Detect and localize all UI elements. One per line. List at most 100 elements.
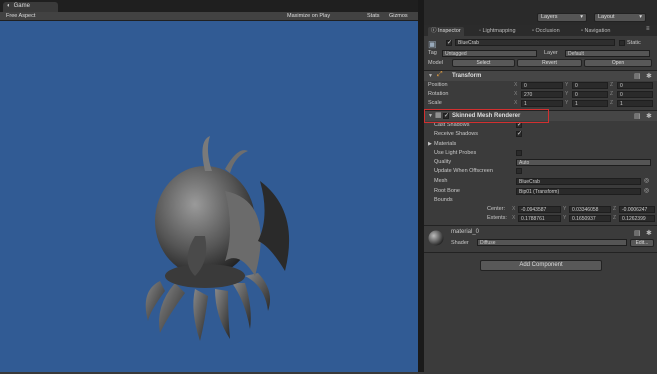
game-panel: ◐ Game Free Aspect Maximize on Play Stats… [0, 0, 420, 372]
root-bone-field[interactable]: Bip01 (Transform) [516, 188, 641, 195]
tab-inspector[interactable]: ⓘ Inspector [428, 27, 464, 36]
game-tab[interactable]: ◐ Game [3, 2, 58, 12]
foldout-arrow-icon: ▶ [428, 141, 432, 147]
axis-y-label: Y [563, 206, 567, 212]
crab-model [145, 136, 290, 341]
scale-y-field[interactable]: 1 [572, 100, 608, 107]
game-controller-icon: ◐ [7, 3, 11, 9]
gear-icon[interactable]: ✱ [646, 72, 652, 80]
edit-shader-button[interactable]: Edit... [630, 239, 654, 247]
revert-button[interactable]: Revert [517, 59, 582, 67]
object-name-field[interactable]: BlueCrab [455, 39, 615, 46]
mesh-field[interactable]: BlueCrab [516, 178, 641, 185]
transform-icon: ⤢ [437, 71, 443, 78]
tab-occlusion[interactable]: ▫ Occlusion [529, 27, 563, 36]
use-light-probes-checkbox[interactable] [516, 150, 522, 156]
layer-dropdown[interactable]: Default [565, 50, 650, 57]
section-divider [424, 225, 657, 226]
layer-label: Layer [544, 50, 558, 56]
rotation-y-field[interactable]: 0 [572, 91, 608, 98]
gear-icon[interactable]: ✱ [646, 112, 652, 120]
mesh-row: Mesh BlueCrab ◎ [424, 177, 657, 187]
receive-shadows-checkbox[interactable] [516, 130, 522, 137]
layers-dropdown[interactable]: Layers ▾ [537, 13, 587, 22]
layout-dropdown[interactable]: Layout ▾ [594, 13, 646, 22]
static-checkbox[interactable] [619, 40, 625, 46]
axis-x-label: X [512, 215, 516, 221]
center-z-field[interactable]: -0.0006247 [619, 206, 655, 213]
inspector-tabs: ⓘ Inspector ◦ Lightmapping ▫ Occlusion ▫… [424, 25, 657, 36]
highlight-box [424, 109, 549, 123]
position-z-field[interactable]: 0 [617, 82, 653, 89]
object-active-checkbox[interactable] [446, 39, 452, 46]
position-y-field[interactable]: 0 [572, 82, 608, 89]
axis-x-label: X [512, 206, 516, 212]
extents-z-field[interactable]: 0.1262399 [619, 215, 655, 222]
help-icon[interactable]: ▤ [634, 72, 641, 80]
center-x-field[interactable]: -0.0943587 [518, 206, 561, 213]
extents-y-field[interactable]: 0.1650937 [569, 215, 611, 222]
center-y-field[interactable]: 0.03346058 [569, 206, 611, 213]
add-component-button[interactable]: Add Component [480, 260, 602, 271]
shader-label: Shader [451, 240, 469, 246]
tag-dropdown[interactable]: Untagged [442, 50, 537, 57]
axis-z-label: Z [610, 100, 614, 106]
axis-z-label: Z [610, 82, 614, 88]
use-light-probes-label: Use Light Probes [434, 150, 477, 156]
position-x-field[interactable]: 0 [521, 82, 563, 89]
extents-x-field[interactable]: 0.1788761 [518, 215, 561, 222]
tag-layer-row: Tag Untagged Layer Default [424, 49, 657, 59]
help-icon[interactable]: ▤ [634, 229, 641, 237]
game-tab-bar: ◐ Game [0, 0, 420, 12]
axis-z-label: Z [613, 206, 617, 212]
object-picker-icon[interactable]: ◎ [644, 187, 649, 194]
quality-dropdown[interactable]: Auto [516, 159, 651, 166]
foldout-arrow-icon[interactable]: ▼ [428, 73, 433, 79]
model-row: Model Select Revert Open [424, 59, 657, 69]
axis-z-label: Z [613, 215, 617, 221]
scale-z-field[interactable]: 1 [617, 100, 653, 107]
gizmos-dropdown[interactable]: Gizmos [389, 13, 408, 19]
materials-label: Materials [434, 141, 457, 147]
material-sphere-icon [428, 230, 444, 246]
gear-icon[interactable]: ✱ [646, 229, 652, 237]
rotation-label: Rotation [428, 91, 449, 97]
axis-x-label: X [514, 91, 518, 97]
info-icon: ⓘ [431, 28, 439, 34]
axis-y-label: Y [565, 91, 569, 97]
scale-x-field[interactable]: 1 [521, 100, 563, 107]
quality-label: Quality [434, 159, 452, 165]
shader-dropdown[interactable]: Diffuse [477, 239, 627, 246]
help-icon[interactable]: ▤ [634, 112, 641, 120]
center-label: Center: [487, 206, 506, 212]
transform-header[interactable]: ▼ ⤢ Transform ▤ ✱ [424, 70, 657, 81]
extents-row: Extents: X 0.1788761 Y 0.1650937 Z 0.126… [424, 214, 657, 224]
material-name: material_0 [451, 229, 480, 235]
static-label: Static [627, 40, 641, 46]
axis-y-label: Y [565, 82, 569, 88]
root-bone-label: Root Bone [434, 188, 460, 194]
update-offscreen-row: Update When Offscreen [424, 167, 657, 177]
axis-x-label: X [514, 100, 518, 106]
position-label: Position [428, 82, 448, 88]
object-picker-icon[interactable]: ◎ [644, 177, 649, 184]
select-button[interactable]: Select [452, 59, 515, 67]
game-viewport[interactable] [0, 21, 418, 372]
rotation-x-field[interactable]: 270 [521, 91, 563, 98]
rotation-z-field[interactable]: 0 [617, 91, 653, 98]
update-offscreen-checkbox[interactable] [516, 168, 522, 174]
panel-menu-icon[interactable]: ≡ [646, 26, 650, 32]
tab-navigation[interactable]: ▫ Navigation [578, 27, 613, 36]
tab-lightmapping[interactable]: ◦ Lightmapping [476, 27, 519, 36]
open-button[interactable]: Open [584, 59, 652, 67]
axis-y-label: Y [563, 215, 567, 221]
stats-toggle[interactable]: Stats [367, 13, 380, 19]
model-label: Model [428, 60, 443, 66]
receive-shadows-label: Receive Shadows [434, 131, 479, 137]
scale-label: Scale [428, 100, 442, 106]
inspector-panel: Layers ▾ Layout ▾ ⓘ Inspector ◦ Lightmappi… [424, 0, 657, 372]
maximize-on-play-toggle[interactable]: Maximize on Play [287, 13, 330, 19]
object-header: ▣ BlueCrab Static [424, 37, 657, 49]
extents-label: Extents: [487, 215, 507, 221]
aspect-dropdown[interactable]: Free Aspect [6, 13, 35, 19]
